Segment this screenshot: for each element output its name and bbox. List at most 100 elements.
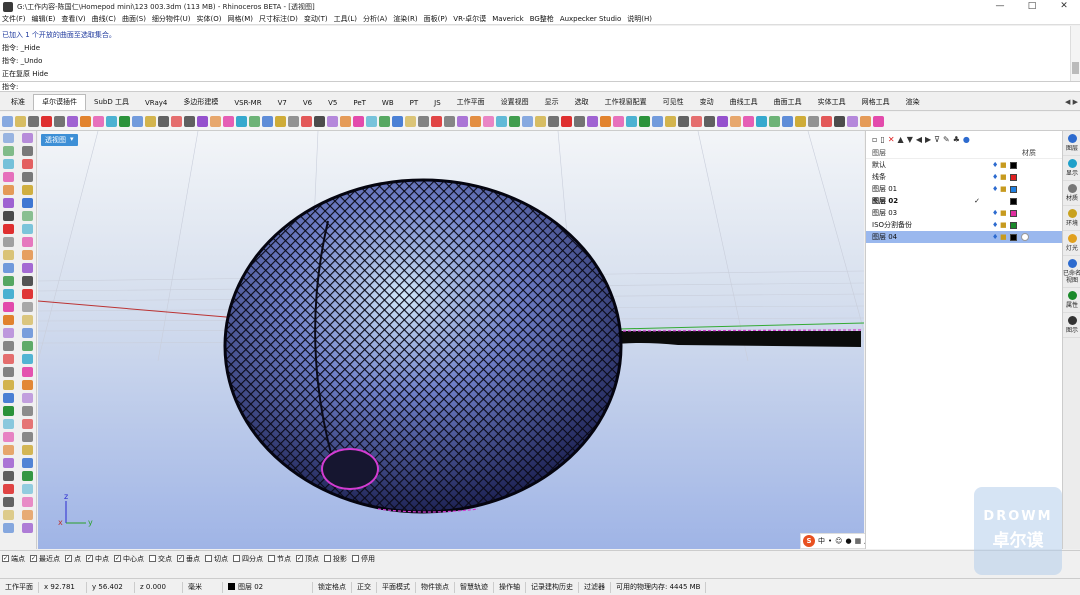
toolbar-tab[interactable]: 曲面工具	[766, 95, 810, 110]
help-icon[interactable]: ●	[963, 135, 970, 144]
layer-color-swatch[interactable]	[1010, 197, 1017, 205]
left-tool-icon[interactable]	[22, 457, 33, 468]
left-tool-icon[interactable]	[3, 483, 14, 494]
left-tool-icon[interactable]	[22, 444, 33, 455]
left-tool-icon[interactable]	[22, 262, 33, 273]
menu-item[interactable]: 工具(L)	[334, 14, 357, 24]
osnap-checkbox[interactable]	[268, 555, 275, 562]
menu-item[interactable]: Maverick	[492, 15, 524, 23]
command-tool-icon[interactable]	[769, 115, 780, 127]
osnap-toggle[interactable]: 投影	[324, 554, 347, 564]
osnap-toggle[interactable]: ✓ 垂点	[177, 554, 200, 564]
layer-row[interactable]: 图层 04 ♦ ■	[866, 231, 1062, 243]
toolbar-tab[interactable]: 可见性	[655, 95, 692, 110]
move-out-icon[interactable]: ◀	[916, 135, 922, 144]
command-tool-icon[interactable]	[93, 115, 104, 127]
command-tool-icon[interactable]	[717, 115, 728, 127]
status-toggle[interactable]: 平面模式	[377, 581, 416, 593]
osnap-toggle[interactable]: 切点	[205, 554, 228, 564]
status-plane[interactable]: 工作平面	[0, 581, 39, 593]
delete-layer-icon[interactable]: ✕	[888, 135, 895, 144]
toolbar-tab[interactable]: 显示	[537, 95, 567, 110]
layer-row[interactable]: 图层 01 ♦ ■	[866, 183, 1062, 195]
osnap-checkbox[interactable]: ✓	[114, 555, 121, 562]
left-tool-icon[interactable]	[3, 184, 14, 195]
command-tool-icon[interactable]	[340, 115, 351, 127]
ime-punct-icon[interactable]: •	[828, 537, 832, 545]
toolbar-tab[interactable]: 设置视图	[493, 95, 537, 110]
osnap-toggle[interactable]: ✓ 点	[65, 554, 81, 564]
left-tool-icon[interactable]	[22, 509, 33, 520]
layer-tools-icon[interactable]: ✎	[943, 135, 950, 144]
menu-item[interactable]: 面板(P)	[424, 14, 448, 24]
command-tool-icon[interactable]	[743, 115, 754, 127]
layer-settings-icon[interactable]: ♣	[953, 135, 960, 144]
command-tool-icon[interactable]	[67, 115, 78, 127]
command-tool-icon[interactable]	[236, 115, 247, 127]
layer-visible-icon[interactable]: ♦	[992, 221, 1000, 229]
layer-color-swatch[interactable]	[1010, 221, 1017, 229]
command-tool-icon[interactable]	[730, 115, 741, 127]
left-tool-icon[interactable]	[22, 184, 33, 195]
left-tool-icon[interactable]	[3, 470, 14, 481]
left-tool-icon[interactable]	[22, 379, 33, 390]
left-tool-icon[interactable]	[3, 288, 14, 299]
status-layer[interactable]: 图层 02	[223, 581, 313, 593]
command-tool-icon[interactable]	[288, 115, 299, 127]
toolbar-tab[interactable]: 工作视窗配置	[597, 95, 655, 110]
layer-lock-icon[interactable]: ■	[1000, 173, 1008, 181]
move-in-icon[interactable]: ▶	[925, 135, 931, 144]
left-tool-icon[interactable]	[22, 431, 33, 442]
toolbar-tab[interactable]: 变动	[692, 95, 722, 110]
perspective-viewport[interactable]: z y x 透视图 ▾	[38, 131, 864, 549]
left-tool-icon[interactable]	[3, 405, 14, 416]
layer-visible-icon[interactable]: ♦	[992, 173, 1000, 181]
toolbar-tab[interactable]: 多边形建模	[175, 95, 226, 110]
command-tool-icon[interactable]	[639, 115, 650, 127]
command-tool-icon[interactable]	[574, 115, 585, 127]
menu-item[interactable]: 变动(T)	[304, 14, 328, 24]
menu-item[interactable]: 实体(O)	[197, 14, 222, 24]
command-tool-icon[interactable]	[379, 115, 390, 127]
command-tool-icon[interactable]	[132, 115, 143, 127]
left-tool-icon[interactable]	[3, 171, 14, 182]
left-tool-icon[interactable]	[22, 483, 33, 494]
layer-row[interactable]: 图层 03 ♦ ■	[866, 207, 1062, 219]
layer-lock-icon[interactable]: ■	[1000, 233, 1008, 241]
command-tool-icon[interactable]	[28, 115, 39, 127]
left-tool-icon[interactable]	[3, 327, 14, 338]
command-tool-icon[interactable]	[873, 115, 884, 127]
command-tool-icon[interactable]	[652, 115, 663, 127]
menu-item[interactable]: BG整枪	[530, 14, 554, 24]
osnap-checkbox[interactable]: ✓	[65, 555, 72, 562]
left-tool-icon[interactable]	[22, 496, 33, 507]
layer-visible-icon[interactable]: ♦	[992, 209, 1000, 217]
left-tool-icon[interactable]	[3, 210, 14, 221]
panel-tab[interactable]: 属性	[1063, 288, 1080, 313]
command-tool-icon[interactable]	[847, 115, 858, 127]
panel-tab[interactable]: 灯光	[1063, 231, 1080, 256]
toolbar-tab[interactable]: VRay4	[137, 97, 175, 110]
command-tool-icon[interactable]	[327, 115, 338, 127]
maximize-button[interactable]: □	[1016, 0, 1048, 13]
toolbar-tab[interactable]: 选取	[567, 95, 597, 110]
osnap-checkbox[interactable]: ✓	[86, 555, 93, 562]
osnap-checkbox[interactable]	[352, 555, 359, 562]
menu-item[interactable]: VR-卓尔谟	[453, 14, 486, 24]
command-tool-icon[interactable]	[184, 115, 195, 127]
left-tool-icon[interactable]	[22, 340, 33, 351]
command-tool-icon[interactable]	[821, 115, 832, 127]
menu-item[interactable]: 分析(A)	[363, 14, 387, 24]
left-tool-icon[interactable]	[22, 171, 33, 182]
command-tool-icon[interactable]	[509, 115, 520, 127]
layer-row[interactable]: 图层 02 ✓	[866, 195, 1062, 207]
panel-tab[interactable]: 已命名视图	[1063, 256, 1080, 288]
menu-item[interactable]: 曲面(S)	[122, 14, 146, 24]
command-tool-icon[interactable]	[2, 115, 13, 127]
command-tool-icon[interactable]	[496, 115, 507, 127]
layer-lock-icon[interactable]: ■	[1000, 209, 1008, 217]
left-tool-icon[interactable]	[3, 145, 14, 156]
viewport-menu-arrow-icon[interactable]: ▾	[70, 135, 74, 145]
new-layer-icon[interactable]: ▫	[872, 135, 877, 144]
status-toggle[interactable]: 操作轴	[494, 581, 526, 593]
